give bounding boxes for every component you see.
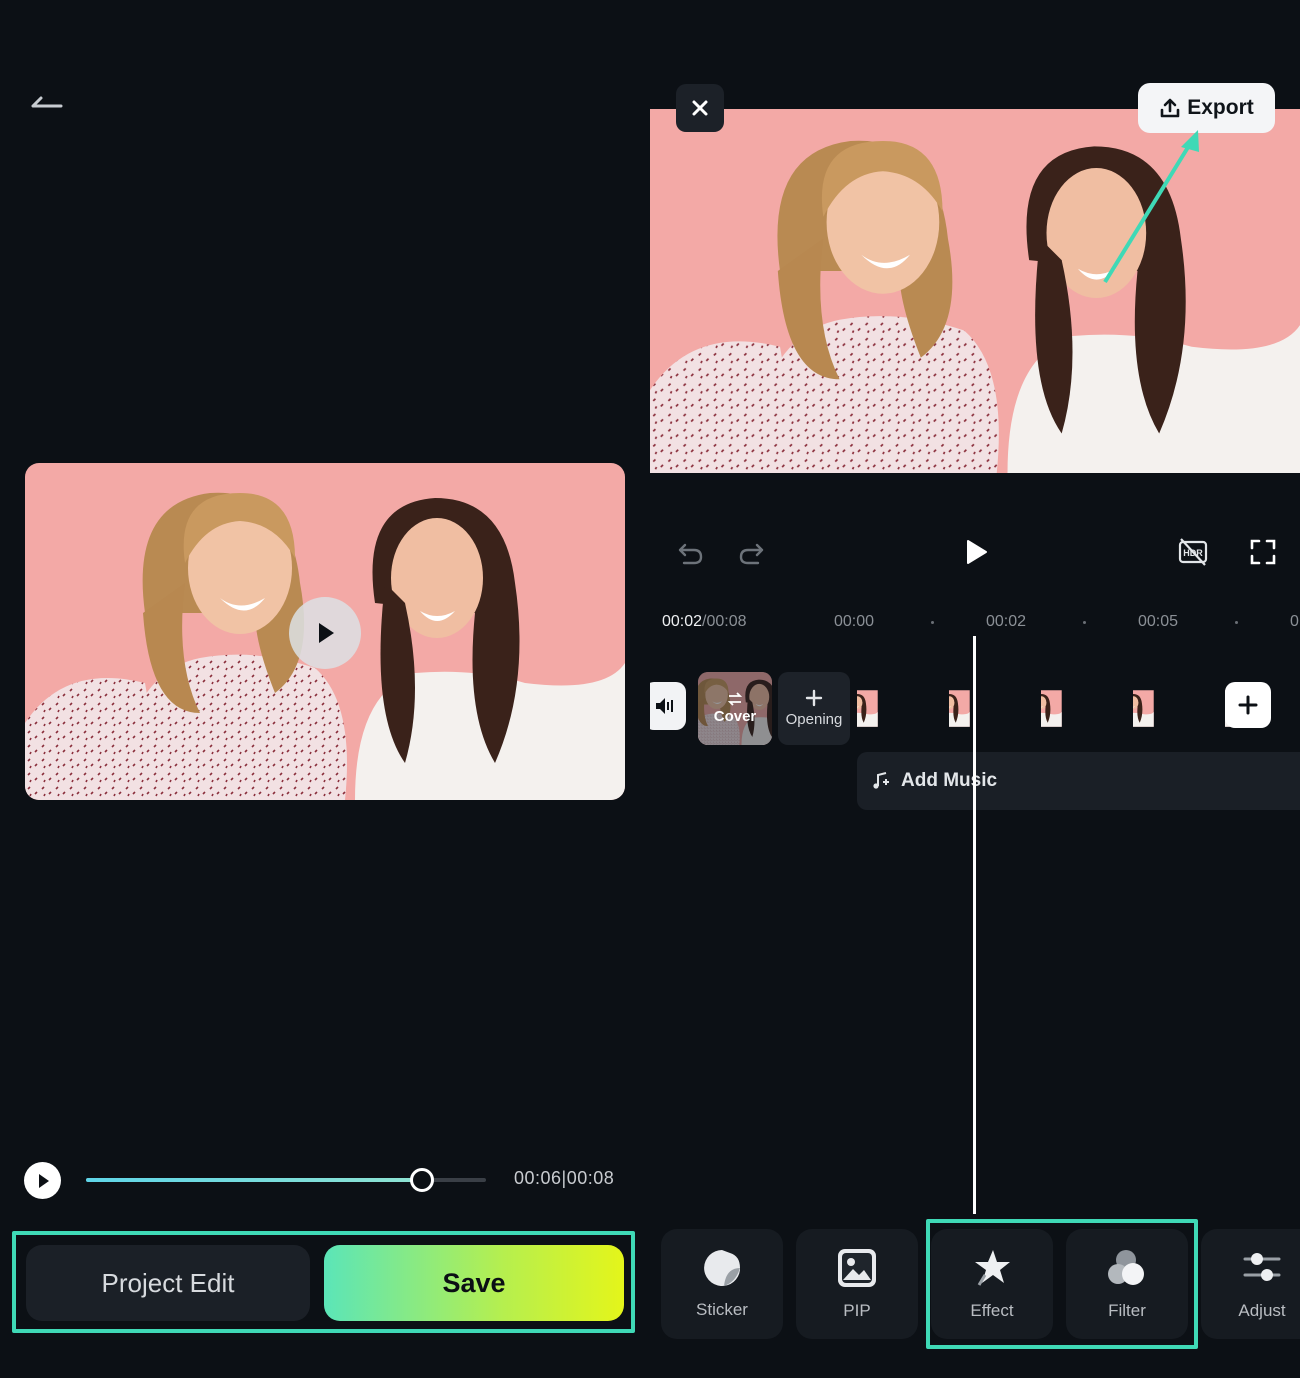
timeline-ruler[interactable]: 00:02/00:08 00:00 00:02 00:05 0 bbox=[650, 605, 1300, 637]
export-button[interactable]: Export bbox=[1138, 83, 1275, 133]
clip-frame bbox=[995, 672, 1041, 745]
add-clip-button[interactable] bbox=[1225, 682, 1271, 728]
pip-label: PIP bbox=[843, 1301, 871, 1320]
play-icon bbox=[38, 1173, 49, 1188]
sticker-tool[interactable]: Sticker bbox=[661, 1229, 783, 1339]
editor-preview[interactable] bbox=[650, 109, 1300, 473]
save-button[interactable]: Save bbox=[324, 1245, 624, 1321]
music-note-icon bbox=[873, 772, 889, 789]
ruler-tick: 00:00 bbox=[834, 613, 875, 630]
playback-play-button[interactable] bbox=[24, 1162, 61, 1199]
close-button[interactable] bbox=[676, 84, 724, 132]
current-time: 00:02/00:08 bbox=[662, 613, 747, 630]
playback-scrubber[interactable] bbox=[86, 1168, 486, 1192]
add-music-button[interactable]: Add Music bbox=[857, 752, 1300, 810]
add-music-label: Add Music bbox=[901, 770, 998, 791]
redo-button[interactable] bbox=[732, 532, 772, 572]
plus-icon bbox=[805, 689, 823, 707]
opening-label: Opening bbox=[785, 711, 843, 728]
clip-frame bbox=[857, 672, 903, 745]
fullscreen-button[interactable] bbox=[1243, 532, 1283, 572]
hdr-off-icon: HDR bbox=[1178, 538, 1208, 566]
export-label: Export bbox=[1187, 96, 1254, 119]
swap-icon bbox=[727, 692, 743, 706]
cover-button[interactable]: Cover bbox=[698, 672, 772, 745]
sticker-label: Sticker bbox=[696, 1300, 748, 1319]
preview-play-button[interactable] bbox=[289, 597, 361, 669]
adjust-label: Adjust bbox=[1238, 1301, 1286, 1320]
mute-button[interactable] bbox=[650, 682, 686, 730]
plus-icon bbox=[1238, 695, 1258, 715]
right-screen: Export HDR 00:02/00:08 00:00 0 bbox=[650, 0, 1300, 1378]
cover-label: Cover bbox=[713, 708, 757, 725]
timeline-playhead[interactable] bbox=[973, 636, 976, 1214]
ruler-tick: 0 bbox=[1290, 613, 1299, 630]
ruler-tick: 00:02 bbox=[986, 613, 1027, 630]
clip-frame bbox=[1133, 672, 1179, 745]
adjust-tool[interactable]: Adjust bbox=[1201, 1229, 1300, 1339]
ruler-tick: 00:05 bbox=[1138, 613, 1179, 630]
scrubber-handle[interactable] bbox=[410, 1168, 434, 1192]
play-icon bbox=[967, 540, 987, 564]
opening-button[interactable]: Opening bbox=[778, 672, 850, 745]
close-icon bbox=[692, 100, 708, 116]
speaker-muted-icon bbox=[656, 698, 673, 714]
tools-highlight-box bbox=[926, 1219, 1198, 1349]
sliders-icon bbox=[1243, 1253, 1281, 1281]
scrubber-progress bbox=[86, 1178, 422, 1182]
back-arrow-icon[interactable] bbox=[28, 88, 68, 118]
playback-time: 00:06|00:08 bbox=[514, 1168, 615, 1188]
clip-frame bbox=[1041, 672, 1087, 745]
pip-tool[interactable]: PIP bbox=[796, 1229, 918, 1339]
hdr-toggle[interactable]: HDR bbox=[1173, 532, 1213, 572]
clip-frame bbox=[949, 672, 995, 745]
ruler-dot bbox=[931, 621, 934, 624]
upload-icon bbox=[1160, 98, 1180, 118]
redo-icon bbox=[739, 543, 764, 565]
project-edit-button[interactable]: Project Edit bbox=[26, 1245, 310, 1321]
clip-frame bbox=[1271, 672, 1300, 745]
editor-play-button[interactable] bbox=[956, 532, 996, 572]
left-screen: 00:06|00:08 Project Edit Save bbox=[0, 0, 650, 1378]
play-icon bbox=[319, 623, 334, 643]
ruler-dot bbox=[1235, 621, 1238, 624]
clip-frame bbox=[1179, 672, 1225, 745]
undo-button[interactable] bbox=[670, 532, 710, 572]
ruler-dot bbox=[1083, 621, 1086, 624]
clip-frame bbox=[903, 672, 949, 745]
clip-frame bbox=[1087, 672, 1133, 745]
sticker-icon bbox=[704, 1250, 740, 1286]
undo-icon bbox=[678, 543, 703, 565]
image-icon bbox=[838, 1249, 876, 1287]
fullscreen-icon bbox=[1250, 539, 1276, 565]
